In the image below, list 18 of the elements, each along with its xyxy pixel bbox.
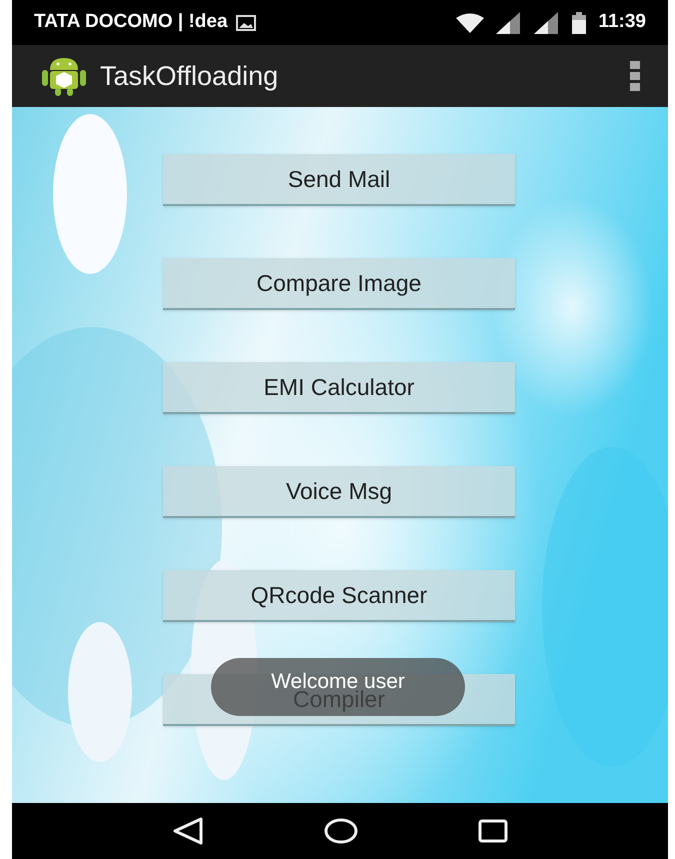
overflow-menu-icon[interactable] xyxy=(630,61,640,91)
image-notification-icon xyxy=(236,14,256,30)
menu-button[interactable]: Send Mail xyxy=(163,154,515,206)
signal-icon xyxy=(496,12,520,34)
home-icon[interactable] xyxy=(324,818,358,844)
menu-button[interactable]: Compare Image xyxy=(163,258,515,310)
battery-icon xyxy=(572,12,586,34)
menu-button[interactable]: EMI Calculator xyxy=(163,362,515,414)
app-title: TaskOffloading xyxy=(100,60,278,93)
clock: 11:39 xyxy=(598,10,646,34)
carrier-name: TATA DOCOMO | !dea xyxy=(34,10,228,34)
back-icon[interactable] xyxy=(172,816,204,846)
menu-button[interactable]: QRcode Scanner xyxy=(163,570,515,622)
menu-button[interactable]: Voice Msg xyxy=(163,466,515,518)
wifi-icon xyxy=(456,12,484,32)
robot-icon xyxy=(42,56,86,96)
signal-icon xyxy=(534,12,558,34)
recent-apps-icon[interactable] xyxy=(478,819,508,843)
